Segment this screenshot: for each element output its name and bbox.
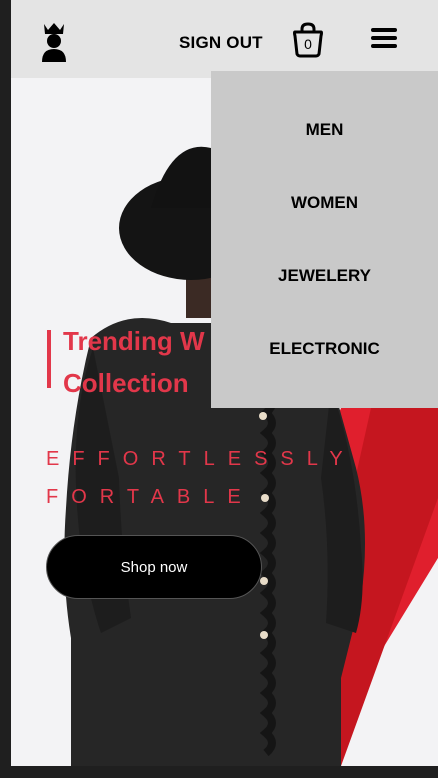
headline-accent-bar: [47, 330, 51, 388]
menu-item-men[interactable]: MEN: [211, 120, 438, 140]
site-header: SIGN OUT 0: [11, 0, 438, 78]
crowned-user-logo-icon[interactable]: [40, 22, 68, 62]
hamburger-menu-icon: [371, 28, 397, 32]
menu-item-electronic[interactable]: ELECTRONIC: [211, 339, 438, 359]
hamburger-menu-button[interactable]: [371, 28, 397, 50]
menu-item-jewelery[interactable]: JEWELERY: [211, 266, 438, 286]
sign-out-link[interactable]: SIGN OUT: [179, 33, 263, 53]
menu-item-women[interactable]: WOMEN: [211, 193, 438, 213]
cart-button[interactable]: 0: [291, 22, 325, 58]
shop-now-button[interactable]: Shop now: [46, 535, 262, 599]
hero-tagline: EFFORTLESSLY FORTABLE: [46, 448, 356, 508]
category-dropdown-menu: MEN WOMEN JEWELERY ELECTRONIC: [211, 71, 438, 408]
cart-count: 0: [304, 36, 312, 52]
